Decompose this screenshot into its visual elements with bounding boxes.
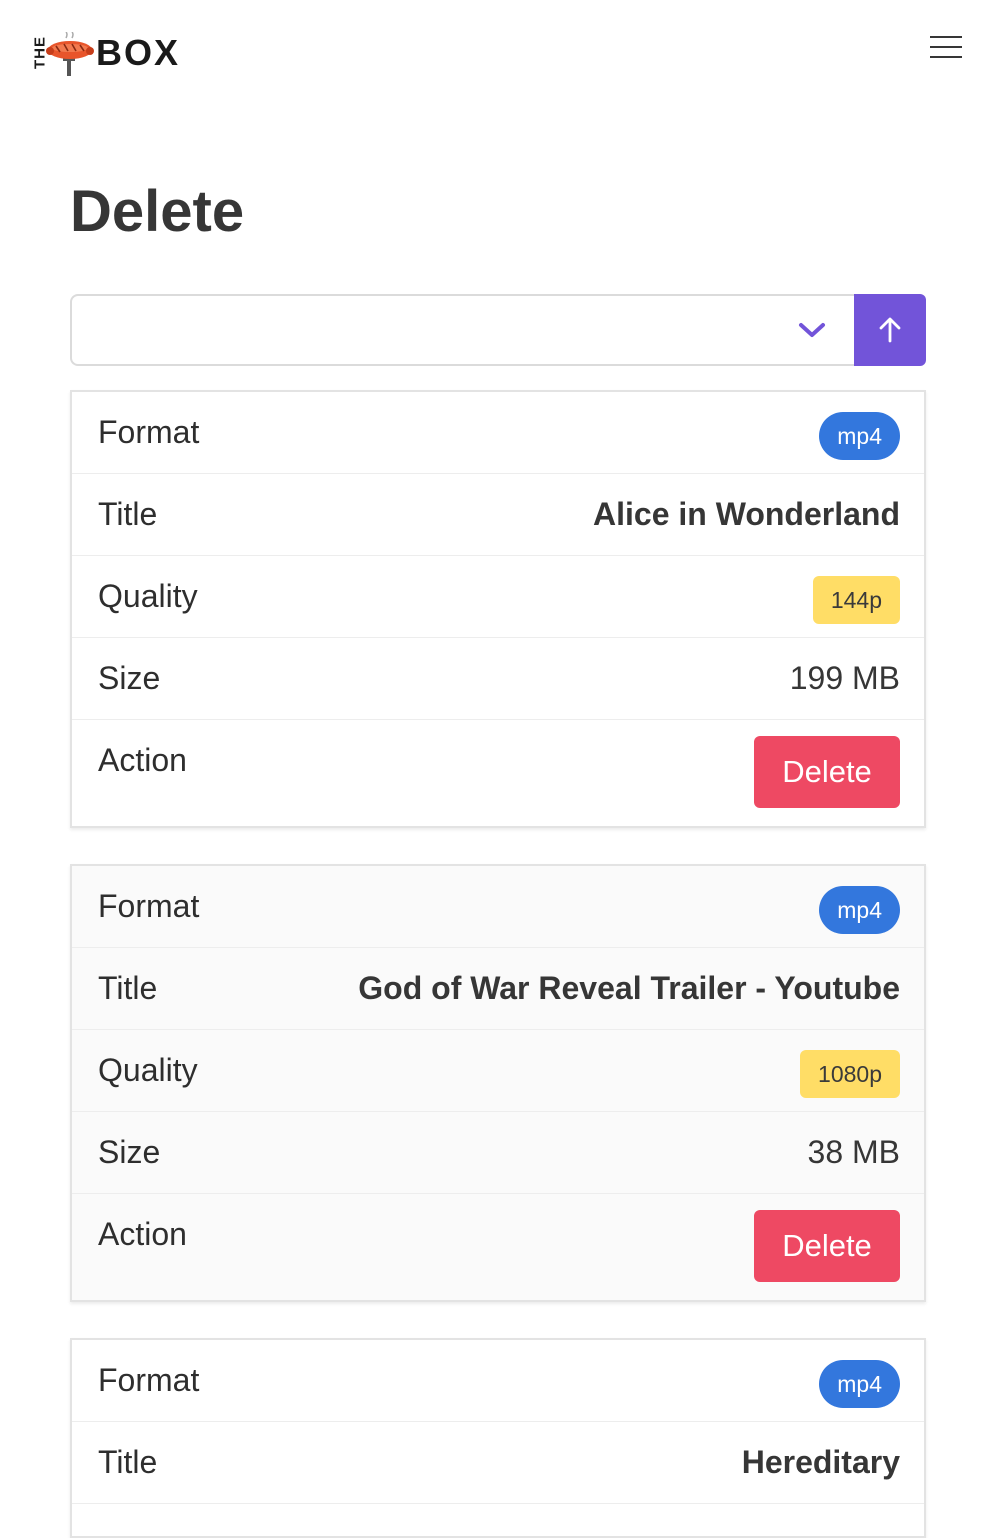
quality-row: Quality 1080p <box>72 1030 924 1112</box>
size-value: 38 MB <box>807 1134 900 1170</box>
size-row: Size 38 MB <box>72 1112 924 1194</box>
file-picker <box>70 294 926 366</box>
title-value: Hereditary <box>741 1444 900 1480</box>
quality-label: Quality <box>98 578 198 614</box>
action-label: Action <box>98 742 187 778</box>
file-select[interactable] <box>70 294 856 366</box>
title-value: God of War Reveal Trailer - Youtube <box>358 970 900 1006</box>
hamburger-icon[interactable] <box>928 34 964 62</box>
logo-box-text: BOX <box>96 32 181 73</box>
format-label: Format <box>98 888 200 924</box>
action-label: Action <box>98 1216 187 1252</box>
video-card: Format mp4 Title Hereditary <box>70 1338 926 1538</box>
arrow-up-icon <box>879 317 901 343</box>
size-label: Size <box>98 660 161 696</box>
submit-button[interactable] <box>854 294 926 366</box>
title-value: Alice in Wonderland <box>593 496 900 532</box>
format-row: Format mp4 <box>72 866 924 948</box>
action-row: Action Delete <box>72 1194 924 1300</box>
title-row: Title Alice in Wonderland <box>72 474 924 556</box>
navbar: THE BOX <box>0 0 998 104</box>
quality-tag: 1080p <box>800 1050 900 1098</box>
sausage-fork-icon <box>46 32 94 76</box>
format-label: Format <box>98 1362 200 1398</box>
format-row: Format mp4 <box>72 392 924 474</box>
format-tag: mp4 <box>819 886 900 934</box>
format-label: Format <box>98 414 200 450</box>
quality-label: Quality <box>98 1052 198 1088</box>
quality-tag: 144p <box>812 576 900 624</box>
delete-button[interactable]: Delete <box>754 736 900 808</box>
video-card: Format mp4 Title God of War Reveal Trail… <box>70 864 926 1302</box>
size-row: Size 199 MB <box>72 638 924 720</box>
quality-row: Quality 144p <box>72 556 924 638</box>
title-label: Title <box>98 496 158 532</box>
size-label: Size <box>98 1134 161 1170</box>
delete-button[interactable]: Delete <box>754 1210 900 1282</box>
size-value: 199 MB <box>789 660 900 696</box>
video-card: Format mp4 Title Alice in Wonderland Qua… <box>70 390 926 828</box>
format-tag: mp4 <box>819 1360 900 1408</box>
format-tag: mp4 <box>819 412 900 460</box>
chevron-down-icon <box>799 323 825 337</box>
format-row: Format mp4 <box>72 1340 924 1422</box>
title-row: Title God of War Reveal Trailer - Youtub… <box>72 948 924 1030</box>
brand-logo[interactable]: THE BOX <box>26 30 186 76</box>
title-label: Title <box>98 970 158 1006</box>
action-row: Action Delete <box>72 720 924 826</box>
title-row: Title Hereditary <box>72 1422 924 1504</box>
page-title: Delete <box>70 179 245 244</box>
title-label: Title <box>98 1444 158 1480</box>
